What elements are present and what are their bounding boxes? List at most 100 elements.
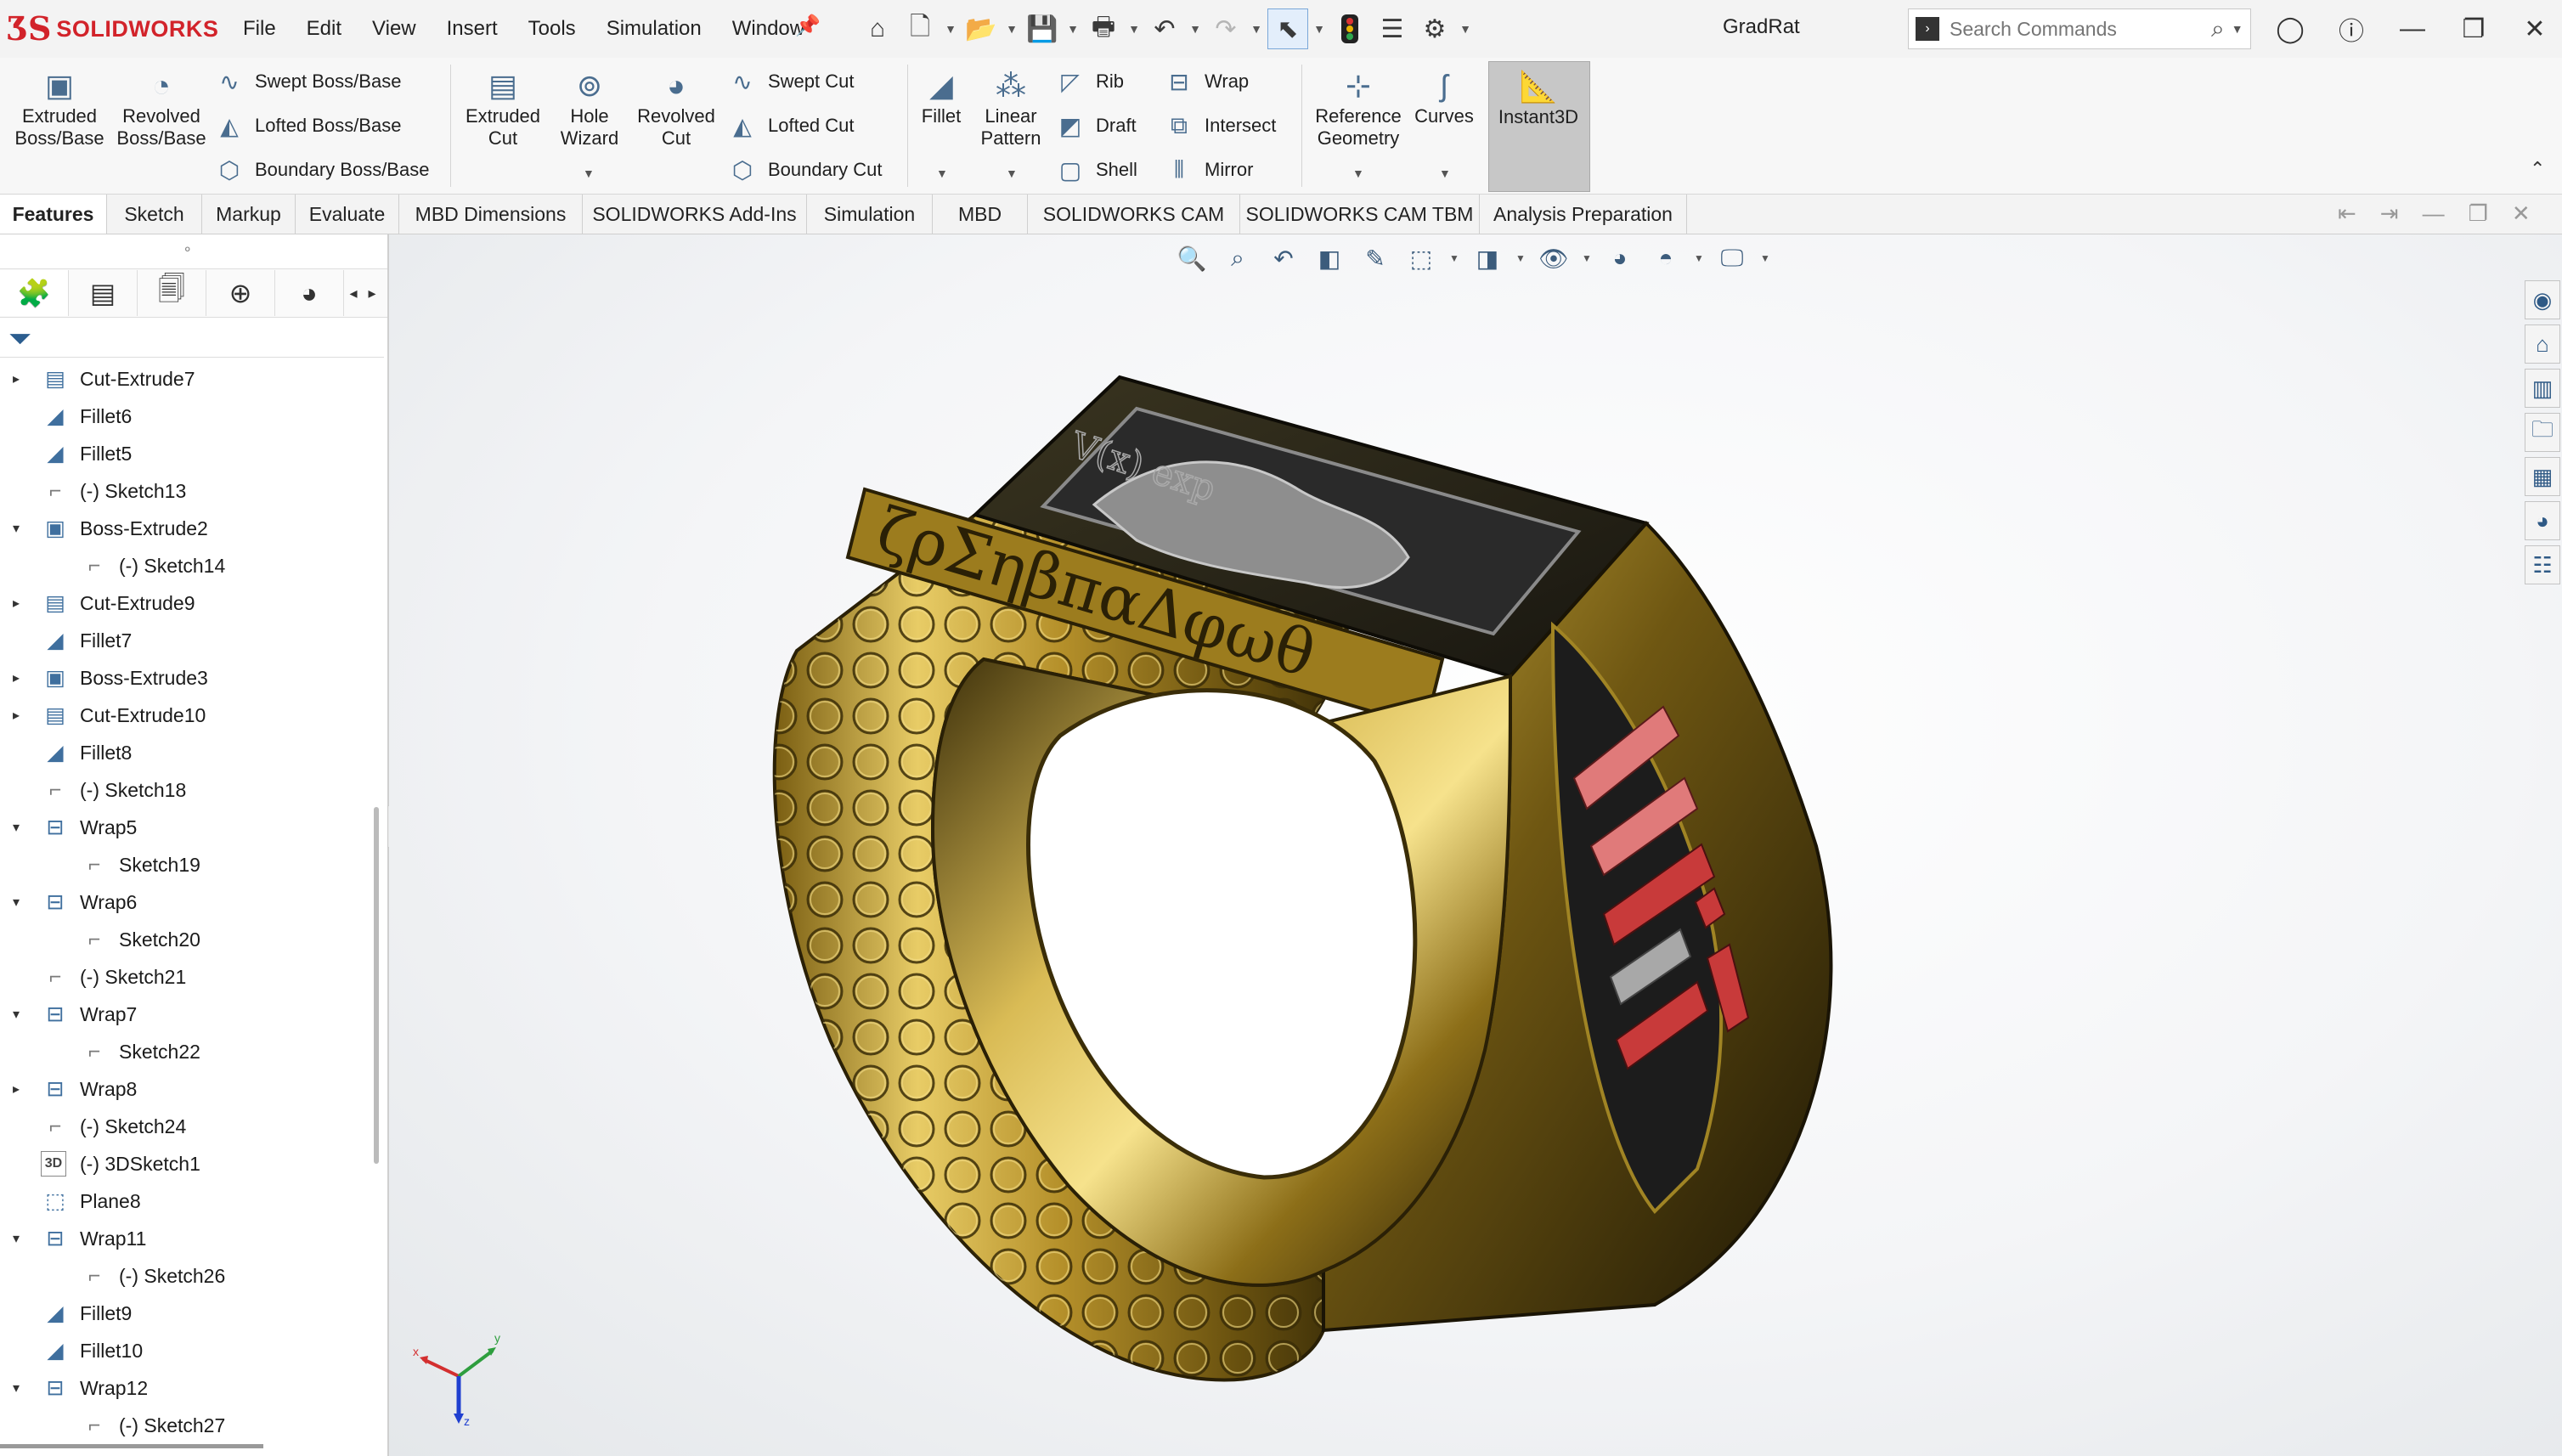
instant3d-button[interactable]: 📐 Instant3D xyxy=(1488,61,1590,192)
tab-mbd[interactable]: MBD xyxy=(933,195,1028,234)
shell-button[interactable]: ▢ Shell xyxy=(1055,151,1137,189)
tree-node[interactable]: ◢ Fillet10 xyxy=(0,1332,374,1369)
print-icon[interactable]: 🖶 xyxy=(1084,9,1123,48)
viewport-back-icon[interactable]: ⇤ xyxy=(2338,200,2356,227)
redo-dropdown-icon[interactable]: ▼ xyxy=(1249,22,1264,36)
appearances-scenes-icon[interactable]: ◕ xyxy=(2525,501,2560,540)
viewport-restore-icon[interactable]: ❐ xyxy=(2469,200,2488,227)
tree-node[interactable]: ▸ ▤ Cut-Extrude9 xyxy=(0,584,374,622)
wrap-button[interactable]: ⊟ Wrap xyxy=(1164,63,1249,100)
feature-manager-tree-icon[interactable]: 🧩 xyxy=(0,270,69,316)
tree-node[interactable]: ⬚ Plane8 xyxy=(0,1182,374,1220)
print-dropdown-icon[interactable]: ▼ xyxy=(1126,22,1142,36)
rebuild-traffic-light-icon[interactable] xyxy=(1330,9,1369,48)
tree-node[interactable]: ▸ ▤ Cut-Extrude7 xyxy=(0,360,374,398)
revolved-boss-button[interactable]: ◔ Revolved Boss/Base xyxy=(116,66,206,150)
boundary-boss-button[interactable]: ⬡ Boundary Boss/Base xyxy=(214,151,430,189)
search-icon[interactable]: ⌕ xyxy=(2211,15,2225,43)
redo-icon[interactable]: ↷ xyxy=(1206,9,1245,48)
lofted-cut-button[interactable]: ◭ Lofted Cut xyxy=(727,107,854,144)
swept-cut-button[interactable]: ∿ Swept Cut xyxy=(727,63,854,100)
tree-node[interactable]: ▾ ⊟ Wrap7 xyxy=(0,996,374,1033)
hole-wizard-button[interactable]: ⊚ Hole Wizard xyxy=(545,66,634,150)
reference-geometry-dropdown-icon[interactable]: ▼ xyxy=(1352,166,1364,180)
search-commands-box[interactable]: › ⌕ ▼ xyxy=(1908,8,2251,49)
tree-node[interactable]: ◢ Fillet8 xyxy=(0,734,374,771)
select-dropdown-icon[interactable]: ▼ xyxy=(1312,22,1327,36)
menu-insert[interactable]: Insert xyxy=(432,17,513,41)
collapsed-chevron-icon[interactable]: ▸ xyxy=(7,595,25,612)
tree-node[interactable]: ⌐ Sketch20 xyxy=(0,921,374,958)
menu-view[interactable]: View xyxy=(357,17,432,41)
tab-sketch[interactable]: Sketch xyxy=(107,195,202,234)
collapse-ribbon-icon[interactable]: ⌃ xyxy=(2530,158,2545,180)
tree-node[interactable]: ◢ Fillet9 xyxy=(0,1295,374,1332)
tree-node[interactable]: ▾ ⊟ Wrap11 xyxy=(0,1220,374,1257)
tab-markup[interactable]: Markup xyxy=(202,195,296,234)
display-style-icon[interactable]: ◨ xyxy=(1468,240,1507,277)
section-view-icon[interactable]: ◧ xyxy=(1310,240,1349,277)
rib-button[interactable]: ◸ Rib xyxy=(1055,63,1124,100)
zoom-to-fit-icon[interactable]: 🔍 xyxy=(1172,240,1211,277)
collapsed-chevron-icon[interactable]: ▸ xyxy=(7,707,25,724)
search-dropdown-icon[interactable]: ▼ xyxy=(2232,22,2243,36)
lofted-boss-button[interactable]: ◭ Lofted Boss/Base xyxy=(214,107,401,144)
file-properties-icon[interactable]: ☰ xyxy=(1373,9,1412,48)
revolved-cut-button[interactable]: ◕ Revolved Cut xyxy=(632,66,720,150)
apply-scene-icon[interactable]: ◓ xyxy=(1646,240,1685,277)
minimize-icon[interactable]: — xyxy=(2382,14,2443,43)
extruded-cut-button[interactable]: ▤ Extruded Cut xyxy=(459,66,547,150)
property-manager-icon[interactable]: ▤ xyxy=(69,270,138,316)
dimxpert-manager-icon[interactable]: ⊕ xyxy=(206,270,275,316)
viewport-forward-icon[interactable]: ⇥ xyxy=(2380,200,2399,227)
tree-node[interactable]: ▸ ▤ Cut-Extrude10 xyxy=(0,697,374,734)
reference-triad[interactable]: x y z xyxy=(408,1317,510,1427)
menu-edit[interactable]: Edit xyxy=(291,17,357,41)
view-palette-icon[interactable]: ▦ xyxy=(2525,457,2560,496)
tree-horizontal-scrollbar[interactable] xyxy=(0,1444,263,1448)
menu-file[interactable]: File xyxy=(228,17,291,41)
open-folder-icon[interactable]: 📂 xyxy=(962,9,1001,48)
tree-node[interactable]: ⌐ Sketch22 xyxy=(0,1033,374,1070)
tree-node[interactable]: ▾ ▣ Boss-Extrude2 xyxy=(0,510,374,547)
mirror-button[interactable]: ⫴ Mirror xyxy=(1164,151,1253,189)
filter-icon[interactable]: ⏷ xyxy=(8,323,31,356)
curves-button[interactable]: ʃ Curves xyxy=(1403,66,1485,127)
boundary-cut-button[interactable]: ⬡ Boundary Cut xyxy=(727,151,883,189)
custom-properties-icon[interactable]: ☷ xyxy=(2525,545,2560,584)
new-document-icon[interactable]: 🗋 xyxy=(900,9,940,48)
tree-node[interactable]: ⌐ (-) Sketch13 xyxy=(0,472,374,510)
expanded-chevron-icon[interactable]: ▾ xyxy=(7,1230,25,1247)
home-icon[interactable]: ⌂ xyxy=(2525,324,2560,364)
tab-mbd-dimensions[interactable]: MBD Dimensions xyxy=(399,195,583,234)
hide-show-items-icon[interactable]: 👁 xyxy=(1534,240,1573,277)
extruded-boss-button[interactable]: ▣ Extruded Boss/Base xyxy=(14,66,104,150)
tree-node[interactable]: ▾ ⊟ Wrap5 xyxy=(0,809,374,846)
menu-simulation[interactable]: Simulation xyxy=(591,17,717,41)
tree-node[interactable]: ⌐ (-) Sketch14 xyxy=(0,547,374,584)
expanded-chevron-icon[interactable]: ▾ xyxy=(7,819,25,836)
view-orientation-dropdown-icon[interactable]: ▼ xyxy=(1447,252,1461,264)
save-icon[interactable]: 💾 xyxy=(1023,9,1062,48)
edit-appearance-icon[interactable]: ◕ xyxy=(1600,240,1639,277)
options-gear-icon[interactable]: ⚙ xyxy=(1415,9,1454,48)
tab-solidworks-cam[interactable]: SOLIDWORKS CAM xyxy=(1028,195,1240,234)
tree-node[interactable]: ⌐ (-) Sketch21 xyxy=(0,958,374,996)
tree-node[interactable]: ▸ ▣ Boss-Extrude3 xyxy=(0,659,374,697)
help-icon[interactable]: ⓘ xyxy=(2321,10,2382,48)
pin-menu-icon[interactable]: 📌 xyxy=(795,14,821,38)
tree-node[interactable]: 3D (-) 3DSketch1 xyxy=(0,1145,374,1182)
configuration-manager-icon[interactable]: 🗐 xyxy=(138,270,206,316)
undo-dropdown-icon[interactable]: ▼ xyxy=(1188,22,1203,36)
curves-dropdown-icon[interactable]: ▼ xyxy=(1439,166,1451,180)
undo-icon[interactable]: ↶ xyxy=(1145,9,1184,48)
intersect-button[interactable]: ⧉ Intersect xyxy=(1164,107,1276,144)
open-dropdown-icon[interactable]: ▼ xyxy=(1004,22,1019,36)
expanded-chevron-icon[interactable]: ▾ xyxy=(7,894,25,911)
solidworks-logo[interactable]: ƷS SOLIDWORKS xyxy=(7,10,218,48)
options-dropdown-icon[interactable]: ▼ xyxy=(1458,22,1473,36)
tree-node[interactable]: ▾ ⊟ Wrap12 xyxy=(0,1369,374,1407)
search-input[interactable] xyxy=(1948,16,2206,42)
save-dropdown-icon[interactable]: ▼ xyxy=(1065,22,1081,36)
tree-node[interactable]: ⌐ (-) Sketch24 xyxy=(0,1108,374,1145)
